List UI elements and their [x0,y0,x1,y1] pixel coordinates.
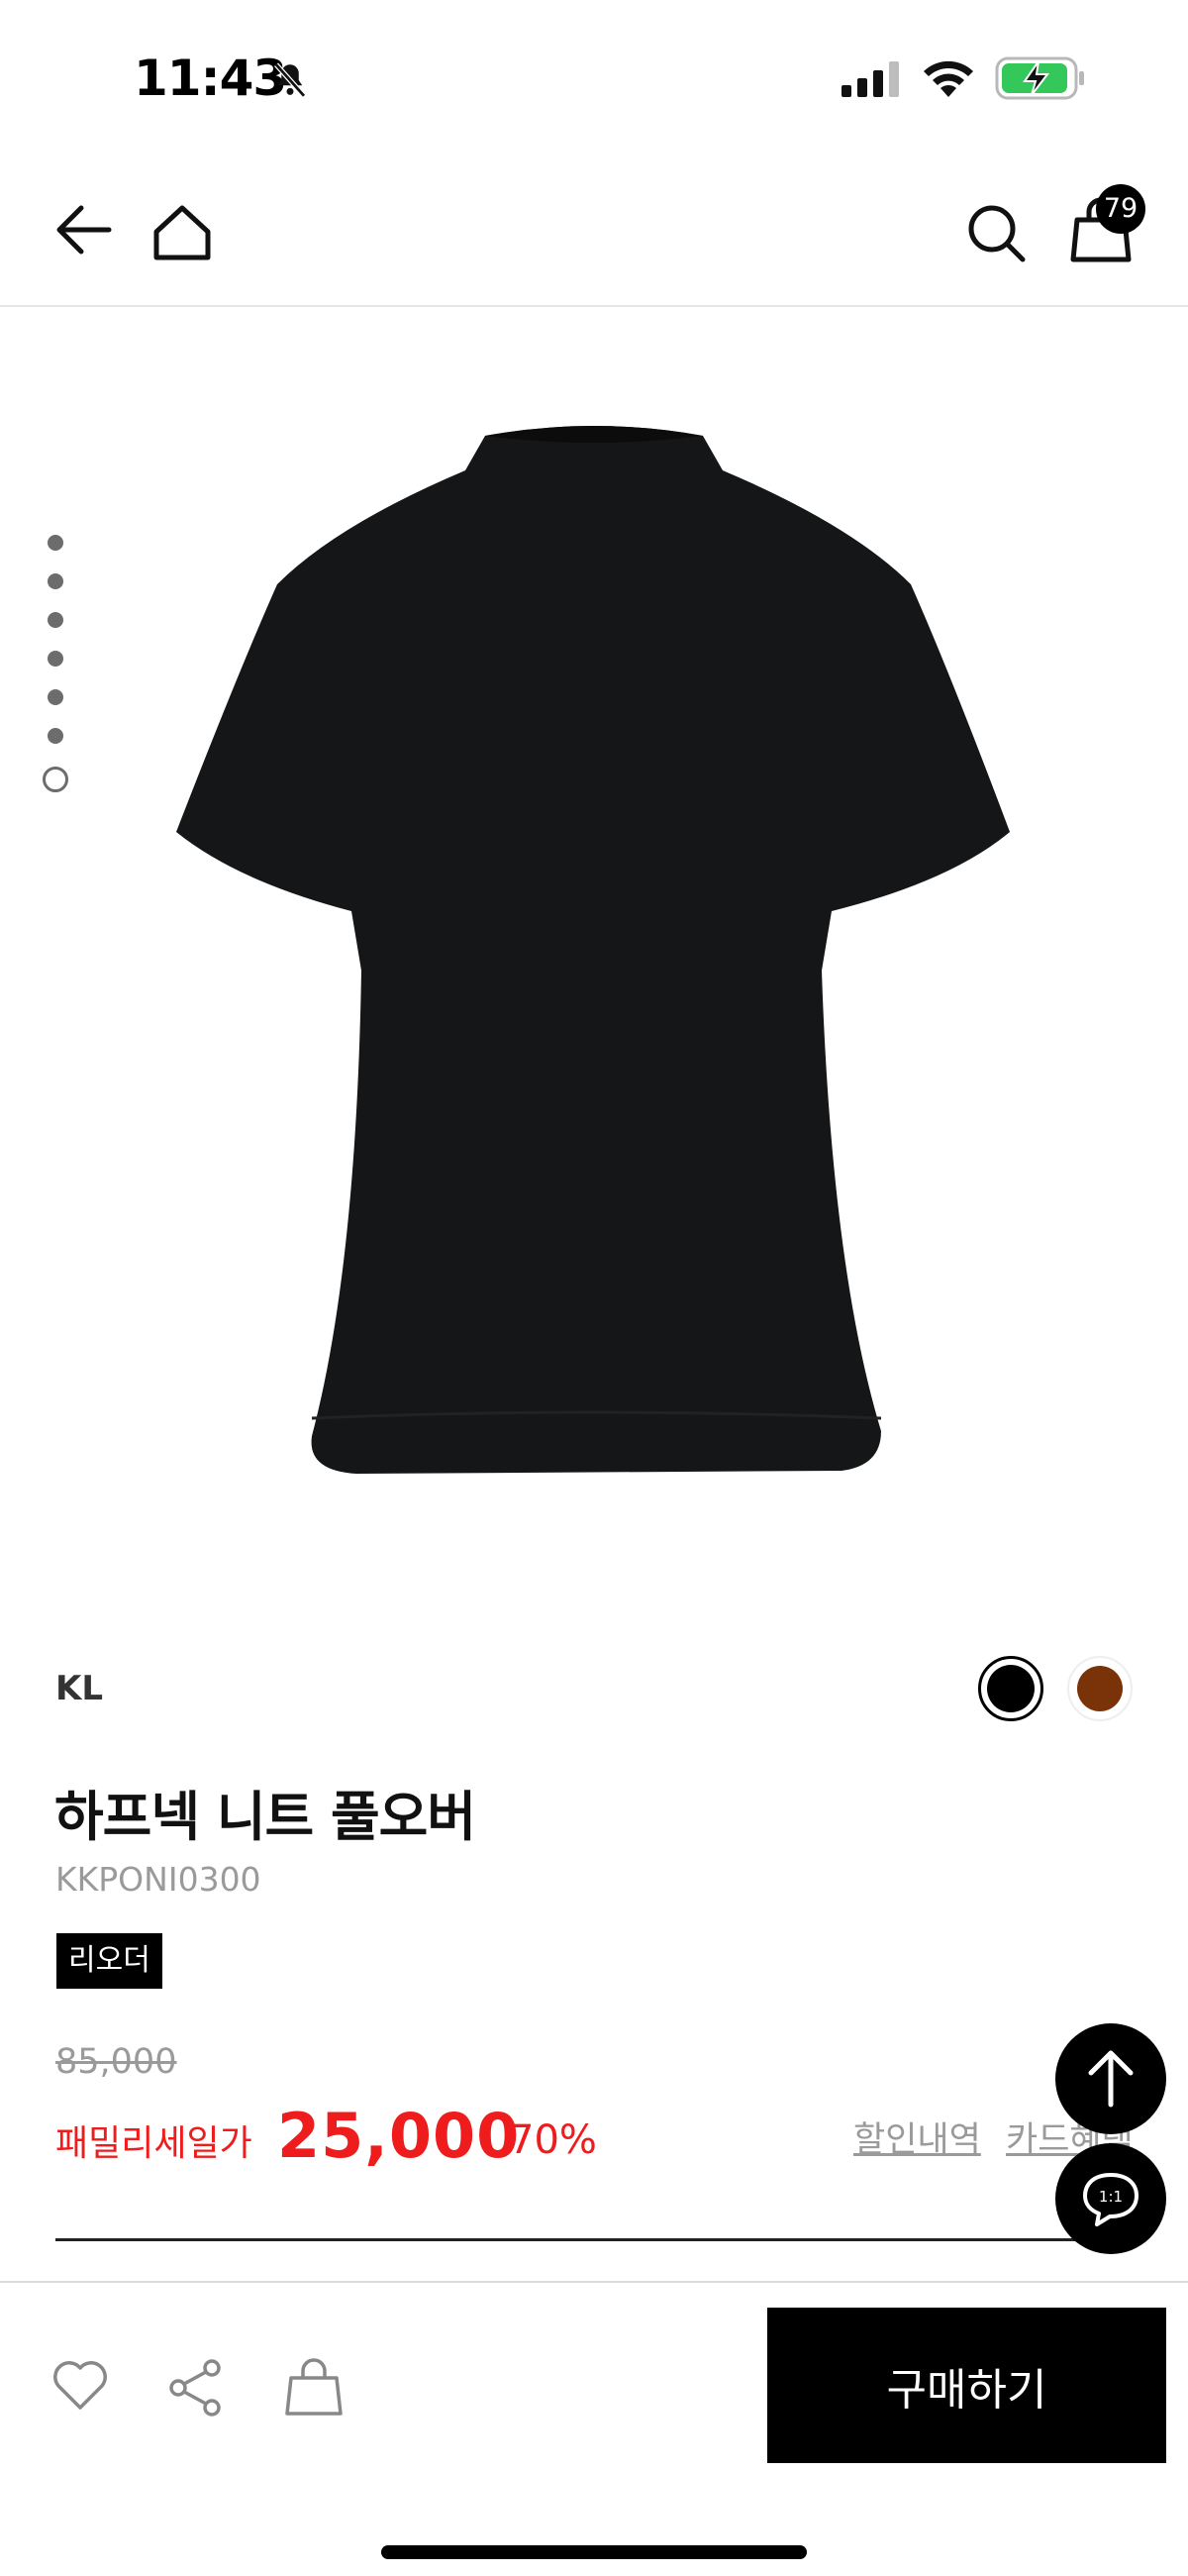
shopping-bag-icon[interactable] [285,2358,343,2421]
pager-dot-active[interactable] [43,767,68,792]
product-name: 하프넥 니트 풀오버 [54,1786,476,1848]
status-time: 11:43 [134,50,287,107]
product-image[interactable] [158,416,1030,1490]
chat-label: 1:1 [1099,2188,1123,2206]
heart-icon[interactable] [51,2358,109,2416]
color-swatch-black[interactable] [978,1656,1043,1721]
image-pager [43,535,68,815]
pager-dot[interactable] [48,728,63,744]
search-icon[interactable] [965,202,1029,269]
wifi-icon [921,57,976,103]
pager-dot[interactable] [48,651,63,667]
original-price: 85,000 [55,2042,177,2082]
chat-button[interactable]: 1:1 [1055,2143,1166,2254]
buy-button[interactable]: 구매하기 [767,2308,1166,2463]
discount-details-link[interactable]: 할인내역 [853,2112,981,2162]
top-navigation [0,178,1188,307]
sale-price-label: 패밀리세일가 [55,2123,252,2164]
sale-price: 25,000 [277,2100,521,2172]
back-arrow-icon[interactable] [51,200,115,263]
section-divider [55,2238,1135,2241]
pager-dot[interactable] [48,612,63,628]
status-bar: 11:43 [0,0,1188,158]
battery-charging-icon [995,55,1086,105]
discount-rate: 70% [509,2117,597,2163]
bell-slash-icon [269,59,311,105]
reorder-badge: 리오더 [56,1933,162,1989]
signal-icon [842,61,903,101]
home-indicator[interactable] [381,2545,807,2559]
home-icon[interactable] [150,200,214,267]
share-icon[interactable] [166,2358,226,2421]
pager-dot[interactable] [48,573,63,589]
cart-count-badge[interactable]: 79 [1096,184,1145,234]
color-swatch-brown[interactable] [1067,1656,1133,1721]
pager-dot[interactable] [48,535,63,551]
scroll-to-top-button[interactable] [1055,2023,1166,2134]
chat-bubble-icon: 1:1 [1083,2173,1138,2226]
brand-name[interactable]: KL [55,1669,103,1708]
swatch-fill [1077,1666,1123,1711]
swatch-fill [987,1665,1035,1712]
bottom-action-bar: 구매하기 [0,2281,1188,2576]
product-code: KKPONI0300 [55,1860,261,1899]
arrow-up-icon [1088,2050,1134,2108]
pager-dot[interactable] [48,689,63,705]
